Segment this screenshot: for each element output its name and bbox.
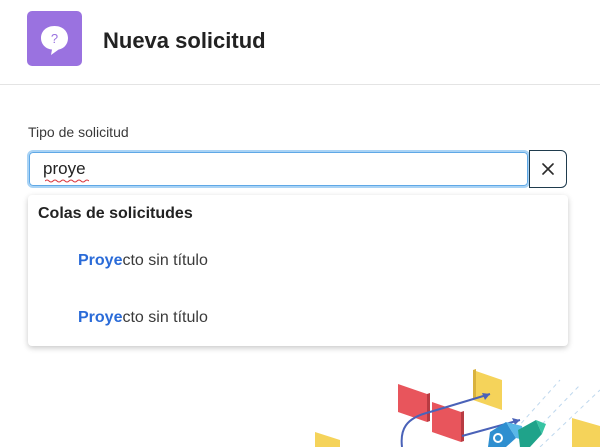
chat-question-icon: ?	[27, 11, 82, 66]
close-icon	[542, 163, 554, 175]
request-type-field[interactable]	[27, 150, 530, 188]
suggestion-match-text: Proye	[78, 252, 123, 269]
dropdown-group-heading: Colas de solicitudes	[38, 205, 193, 222]
request-type-label: Tipo de solicitud	[28, 124, 129, 140]
suggestion-rest-text: cto sin título	[122, 309, 208, 326]
suggestion-rest-text: cto sin título	[122, 252, 208, 269]
decorative-illustration	[315, 369, 600, 447]
page-title: Nueva solicitud	[103, 28, 266, 53]
suggestion-option[interactable]: Proyecto sin título	[28, 239, 568, 285]
suggestions-dropdown: Colas de solicitudes Proyecto sin título…	[28, 195, 568, 346]
suggestion-label: Proyecto sin título	[78, 309, 208, 327]
new-request-page: ? Nueva solicitud Tipo de solicitud Cola…	[0, 0, 600, 447]
page-header: ? Nueva solicitud	[0, 0, 600, 85]
suggestion-match-text: Proye	[78, 309, 123, 326]
suggestion-option[interactable]: Proyecto sin título	[28, 296, 568, 342]
clear-search-button[interactable]	[529, 150, 567, 188]
request-type-input[interactable]	[43, 158, 513, 180]
suggestion-label: Proyecto sin título	[78, 252, 208, 270]
spellcheck-underline	[45, 179, 89, 183]
question-glyph: ?	[51, 31, 58, 46]
